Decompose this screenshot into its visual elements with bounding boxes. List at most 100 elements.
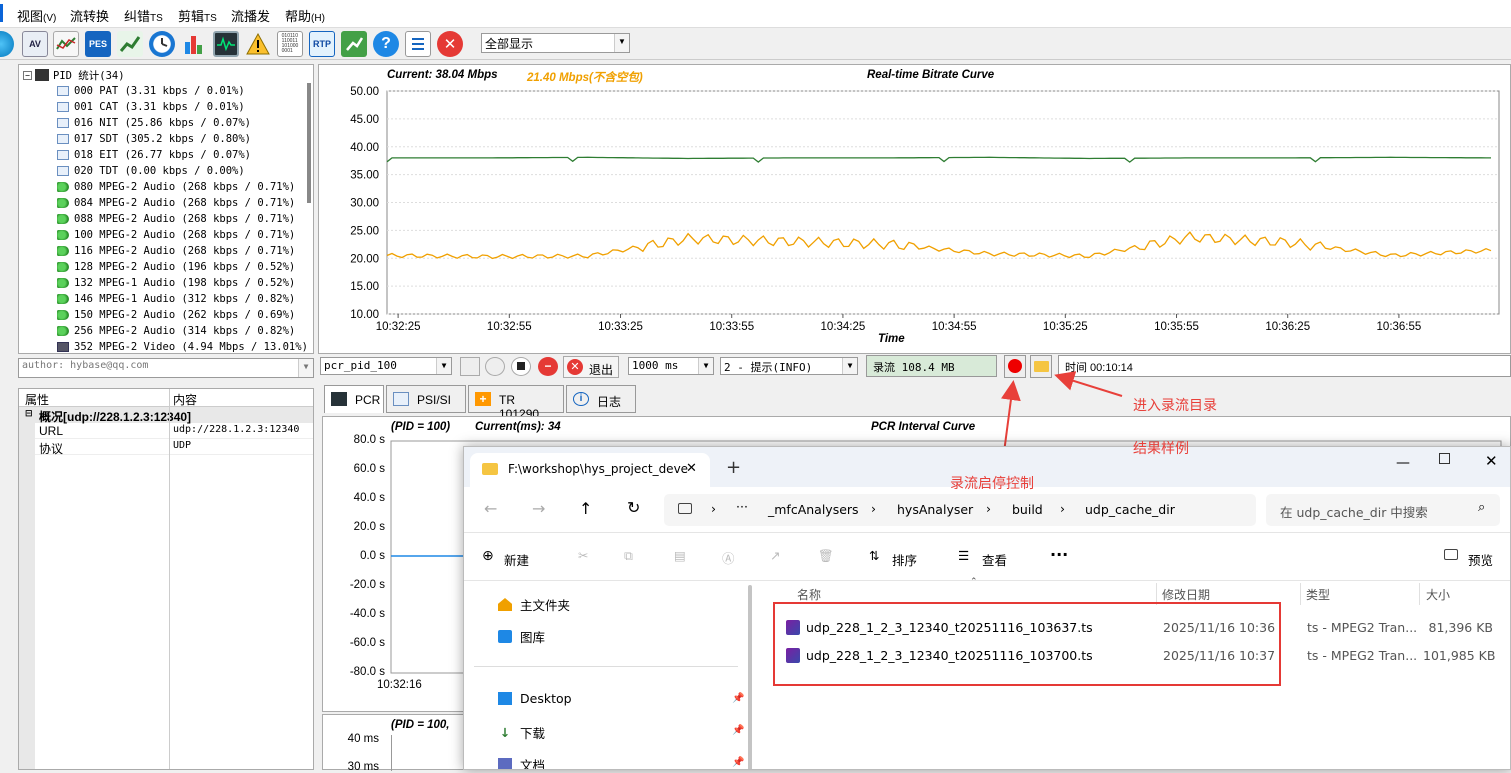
edit-icon[interactable] (460, 357, 480, 376)
record-button[interactable] (1004, 355, 1026, 378)
sort-button[interactable]: 排序 (892, 550, 917, 569)
chevron-down-icon[interactable]: ▼ (842, 358, 857, 374)
help-icon[interactable]: ? (373, 31, 399, 57)
col-name[interactable]: 名称 (797, 586, 821, 603)
stop-icon[interactable] (511, 357, 531, 376)
nav-desktop[interactable]: Desktop (498, 691, 572, 706)
tree-item[interactable]: 001 CAT (3.31 kbps / 0.01%) (57, 99, 245, 115)
close-window-icon[interactable]: ✕ (1485, 452, 1498, 470)
binary-icon[interactable]: 010110 110011 101000 0001 (277, 31, 303, 57)
tree-item[interactable]: 020 TDT (0.00 kbps / 0.00%) (57, 163, 245, 179)
rtp-icon[interactable]: RTP (309, 31, 335, 57)
minimize-icon[interactable]: — (1396, 455, 1410, 471)
minus-icon[interactable]: − (538, 357, 558, 376)
breadcrumb-item[interactable]: _mfcAnalysers (768, 502, 859, 517)
tree-item[interactable]: 132 MPEG-1 Audio (198 kbps / 0.52%) (57, 275, 295, 291)
breadcrumb-item[interactable]: build (1012, 502, 1043, 517)
tree-item[interactable]: 150 MPEG-2 Audio (262 kbps / 0.69%) (57, 307, 295, 323)
ellipsis-icon[interactable]: ··· (736, 499, 748, 514)
new-tab-icon[interactable]: + (726, 457, 741, 478)
monitor-icon[interactable] (213, 31, 239, 57)
pin-icon[interactable]: 📌 (732, 757, 744, 768)
exit-button[interactable]: ✕ 退出 (563, 356, 619, 378)
delete-icon[interactable]: 🗑 (818, 548, 834, 564)
pin-icon[interactable]: 📌 (732, 725, 744, 736)
nav-gallery[interactable]: 图库 (498, 627, 545, 646)
chevron-down-icon[interactable]: ▼ (298, 359, 313, 377)
bar-chart-icon[interactable] (181, 31, 207, 57)
chevron-down-icon[interactable]: ▼ (436, 358, 451, 374)
tree-item[interactable]: 017 SDT (305.2 kbps / 0.80%) (57, 131, 251, 147)
rename-icon[interactable]: Ⓐ (722, 548, 735, 567)
tree-item[interactable]: 018 EIT (26.77 kbps / 0.07%) (57, 147, 251, 163)
sort-icon[interactable]: ⇅ (869, 548, 879, 563)
menu-cut[interactable]: 剪辑TS (178, 6, 217, 25)
share-icon[interactable]: ↗ (770, 548, 780, 563)
nav-downloads[interactable]: ↓ 下载 (498, 723, 545, 742)
tree-item[interactable]: 256 MPEG-2 Audio (314 kbps / 0.82%) (57, 323, 295, 339)
nav-home[interactable]: 主文件夹 (498, 595, 570, 614)
view-filter-select[interactable]: 全部显示 ▼ (481, 33, 630, 53)
close-tab-icon[interactable]: ✕ (686, 461, 697, 476)
interval-select[interactable]: 1000 ms ▼ (628, 357, 714, 375)
more-icon[interactable]: ··· (1050, 545, 1068, 564)
tree-root[interactable]: − PID 统计(34) (23, 67, 125, 83)
file-row[interactable]: udp_228_1_2_3_12340_t20251116_103637.ts … (784, 615, 1504, 639)
new-icon[interactable]: ⊕ (482, 548, 494, 564)
view-icon[interactable]: ☰ (958, 548, 969, 563)
back-icon[interactable]: ← (484, 499, 497, 518)
close-icon[interactable]: ✕ (437, 31, 463, 57)
breadcrumb-item[interactable]: hysAnalyser (897, 502, 973, 517)
col-date[interactable]: 修改日期 (1162, 586, 1210, 603)
col-separator[interactable] (1300, 583, 1301, 605)
graph-icon[interactable] (53, 31, 79, 57)
col-separator[interactable] (1419, 583, 1420, 605)
pes-icon[interactable]: PES (85, 31, 111, 57)
nav-scrollbar[interactable] (748, 585, 752, 769)
collapse-icon[interactable]: − (23, 70, 32, 80)
tree-item[interactable]: 000 PAT (3.31 kbps / 0.01%) (57, 83, 245, 99)
search-icon[interactable]: ⌕ (1478, 500, 1485, 515)
play-icon[interactable] (485, 357, 505, 376)
tab-log[interactable]: i 日志 (566, 385, 636, 413)
trend-icon[interactable] (117, 31, 143, 57)
export-icon[interactable] (341, 31, 367, 57)
menu-help[interactable]: 帮助(H) (285, 6, 325, 25)
cut-icon[interactable]: ✂ (578, 548, 588, 563)
paste-icon[interactable]: ▤ (674, 548, 686, 563)
prop-group[interactable]: ⊟ 概况[udp://228.1.2.3:12340] (19, 407, 313, 424)
forward-icon[interactable]: → (532, 499, 545, 518)
tree-item[interactable]: 146 MPEG-1 Audio (312 kbps / 0.82%) (57, 291, 295, 307)
explorer-tab[interactable]: F:\workshop\hys_project_deve ✕ (470, 453, 710, 487)
tree-item[interactable]: 084 MPEG-2 Audio (268 kbps / 0.71%) (57, 195, 295, 211)
menu-view[interactable]: 视图(V) (17, 6, 56, 25)
file-row[interactable]: udp_228_1_2_3_12340_t20251116_103700.ts … (784, 643, 1504, 667)
list-icon[interactable] (405, 31, 431, 57)
tab-pcr[interactable]: PCR (324, 385, 384, 413)
prop-row[interactable]: 协议 UDP (19, 439, 313, 456)
prop-row[interactable]: URL udp://228.1.2.3:12340 (19, 423, 313, 439)
menu-correct[interactable]: 纠错TS (124, 6, 163, 25)
chevron-down-icon[interactable]: ▼ (614, 34, 629, 52)
globe-icon[interactable] (0, 31, 14, 57)
menu-broadcast[interactable]: 流播发 (231, 6, 270, 25)
preview-button[interactable]: 预览 (1468, 550, 1493, 569)
tree-scrollbar[interactable] (307, 83, 311, 203)
menu-convert[interactable]: 流转换 (70, 6, 109, 25)
tree-item[interactable]: 352 MPEG-2 Video (4.94 Mbps / 13.01%) (57, 339, 308, 353)
tree-item[interactable]: 016 NIT (25.86 kbps / 0.07%) (57, 115, 251, 131)
copy-icon[interactable]: ⧉ (624, 548, 633, 564)
pin-icon[interactable]: 📌 (732, 693, 744, 704)
author-field[interactable]: author: hybase@qq.com ▼ (18, 358, 314, 378)
clock-icon[interactable] (149, 31, 175, 57)
breadcrumb[interactable]: › ··· _mfcAnalysers › hysAnalyser › buil… (664, 494, 1256, 526)
tree-item[interactable]: 128 MPEG-2 Audio (196 kbps / 0.52%) (57, 259, 295, 275)
pcr-pid-select[interactable]: pcr_pid_100 ▼ (320, 357, 452, 375)
up-icon[interactable]: ↑ (579, 499, 592, 518)
search-input[interactable]: 在 udp_cache_dir 中搜索 ⌕ (1266, 494, 1500, 526)
tab-psi-si[interactable]: PSI/SI (386, 385, 466, 413)
col-size[interactable]: 大小 (1426, 586, 1450, 603)
refresh-icon[interactable]: ↻ (627, 498, 640, 517)
tree-item[interactable]: 116 MPEG-2 Audio (268 kbps / 0.71%) (57, 243, 295, 259)
av-icon[interactable]: AV (22, 31, 48, 57)
